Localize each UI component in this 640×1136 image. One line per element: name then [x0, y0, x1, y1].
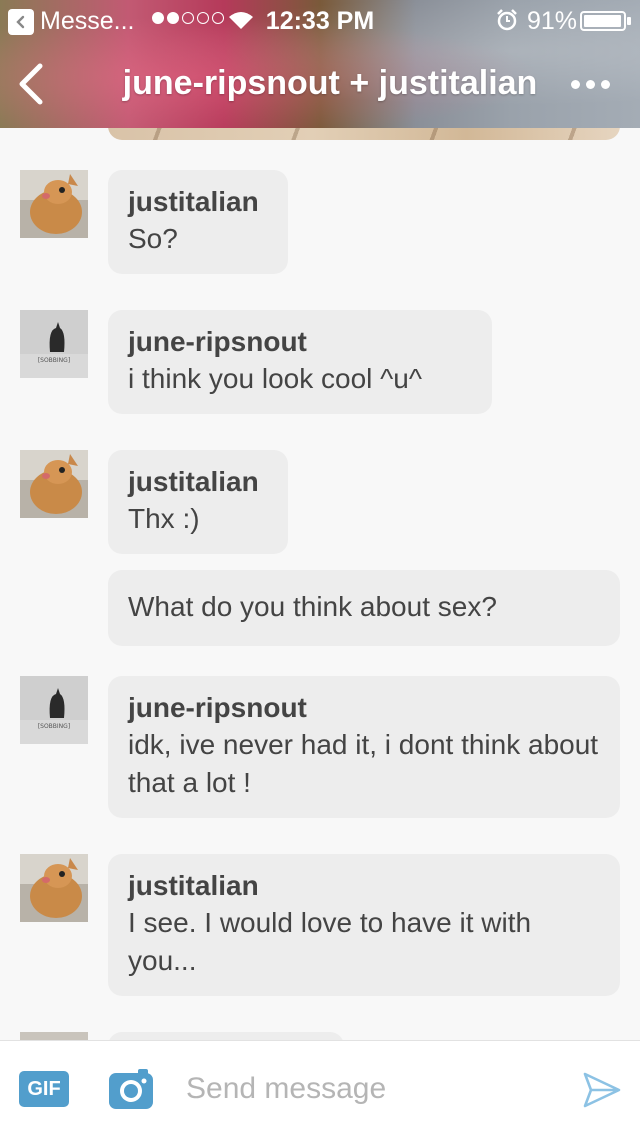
gif-button[interactable]: GIF: [19, 1071, 69, 1107]
battery-icon: [580, 11, 631, 31]
avatar-justitalian[interactable]: [20, 450, 88, 518]
message-bubble: justitalian Thx :): [108, 450, 288, 554]
camera-icon[interactable]: [108, 1068, 154, 1110]
avatar-justitalian[interactable]: [20, 170, 88, 238]
header: Messe... 12:33 PM 91% june-ripsnout + ju…: [0, 0, 640, 128]
avatar-partial[interactable]: [20, 1032, 88, 1040]
message-sender[interactable]: june-ripsnout: [128, 690, 600, 726]
avatar-caption: [SOBBING]: [38, 723, 70, 730]
message-bubble: june-ripsnout idk, ive never had it, i d…: [108, 676, 620, 818]
message-text: So?: [128, 223, 178, 254]
message-text: i think you look cool ^u^: [128, 363, 422, 394]
avatar-caption: [SOBBING]: [38, 357, 70, 364]
alarm-icon: [497, 9, 517, 31]
message-list[interactable]: justitalian So? [SOBBING] june-ripsnout …: [0, 128, 640, 1040]
message-bubble: justitalian So?: [108, 170, 288, 274]
message-bubble-partial: [108, 1032, 344, 1040]
back-arrow-icon[interactable]: [14, 62, 46, 106]
message-sender[interactable]: justitalian: [128, 868, 600, 904]
conversation-title: june-ripsnout + justitalian: [122, 64, 538, 102]
message-bubble: justitalian I see. I would love to have …: [108, 854, 620, 996]
message-text: What do you think about sex?: [128, 591, 497, 622]
message-composer: GIF: [0, 1040, 640, 1136]
more-options-icon[interactable]: [571, 80, 610, 89]
message-text: Thx :): [128, 503, 200, 534]
send-icon[interactable]: [582, 1071, 622, 1109]
message-text: idk, ive never had it, i dont think abou…: [128, 729, 599, 798]
message-sender[interactable]: justitalian: [128, 184, 268, 220]
status-bar: Messe... 12:33 PM 91%: [0, 0, 640, 40]
message-input[interactable]: [186, 1065, 556, 1113]
message-bubble: What do you think about sex?: [108, 570, 620, 646]
message-sender[interactable]: june-ripsnout: [128, 324, 472, 360]
battery-percent: 91%: [527, 7, 578, 35]
avatar-justitalian[interactable]: [20, 854, 88, 922]
message-sender[interactable]: justitalian: [128, 464, 268, 500]
avatar-june-ripsnout[interactable]: [SOBBING]: [20, 310, 88, 378]
message-text: I see. I would love to have it with you.…: [128, 907, 532, 976]
shared-image[interactable]: [108, 128, 620, 140]
message-bubble: june-ripsnout i think you look cool ^u^: [108, 310, 492, 414]
avatar-june-ripsnout[interactable]: [SOBBING]: [20, 676, 88, 744]
